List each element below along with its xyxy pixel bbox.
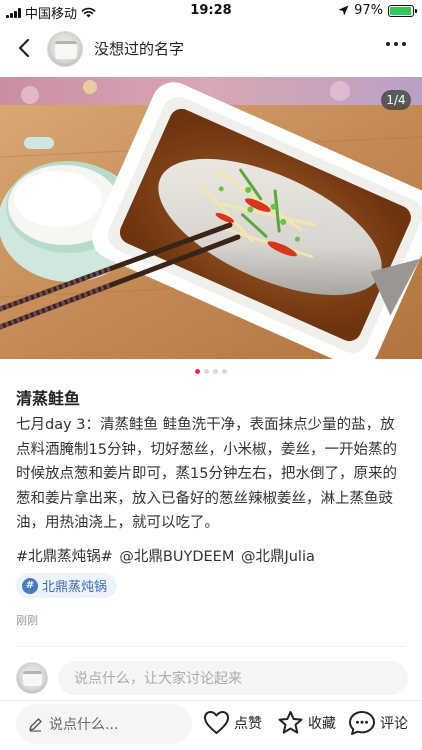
author-avatar[interactable] <box>47 31 83 67</box>
mention-link[interactable]: @北鼎BUYDEEM <box>119 549 234 565</box>
battery-icon <box>388 4 417 17</box>
location-arrow-icon <box>338 5 349 16</box>
status-bar: 中国移动 19:28 97% <box>0 0 422 22</box>
post-photo[interactable] <box>0 77 422 359</box>
post-title: 清蒸鲑鱼 <box>16 389 81 408</box>
chevron-left-icon <box>18 38 30 58</box>
post-body: 七月day 3：清蒸鲑鱼 鲑鱼洗干净，表面抹点少量的盐，放点料酒腌制15分钟，切… <box>16 417 397 531</box>
comment-label: 评论 <box>380 716 408 732</box>
pencil-icon <box>29 717 42 732</box>
battery-level <box>390 6 412 15</box>
battery-percent: 97% <box>354 3 383 18</box>
collect-button[interactable]: 收藏 <box>277 710 336 736</box>
my-avatar <box>16 662 48 694</box>
more-options-button[interactable] <box>386 42 406 46</box>
comment-button[interactable]: 评论 <box>348 710 408 736</box>
like-label: 点赞 <box>234 715 262 732</box>
steamed-fish-photo <box>0 77 422 359</box>
divider <box>16 646 406 647</box>
like-button[interactable]: 点赞 <box>203 710 262 735</box>
status-right: 97% <box>338 3 417 18</box>
gallery-dots <box>0 369 422 374</box>
photo-page-indicator: 1/4 <box>381 90 411 110</box>
hashtag-link[interactable]: #北鼎蒸炖锅# <box>16 549 113 565</box>
say-something-placeholder: 说点什么... <box>49 717 119 733</box>
hashtag-line: #北鼎蒸炖锅# @北鼎BUYDEEM @北鼎Julia <box>16 545 317 566</box>
topic-chip-label: 北鼎蒸炖锅 <box>42 580 108 595</box>
back-button[interactable] <box>10 34 38 62</box>
star-icon <box>278 711 303 734</box>
gallery-dot <box>204 369 209 374</box>
post-header: 没想过的名字 <box>0 22 422 76</box>
comment-input[interactable]: 说点什么，让大家讨论起来 <box>58 661 408 695</box>
bottom-action-bar: 说点什么... 点赞 收藏 评论 <box>0 700 422 750</box>
topic-chip[interactable]: # 北鼎蒸炖锅 <box>16 573 118 598</box>
post-time: 刚刚 <box>16 614 38 627</box>
heart-icon <box>204 711 229 734</box>
gallery-dot <box>195 369 200 374</box>
hashtag-icon: # <box>22 577 38 594</box>
avatar-jar-image <box>23 671 42 686</box>
mention-link[interactable]: @北鼎Julia <box>241 549 315 565</box>
avatar-jar-image <box>55 41 77 59</box>
comment-bubble-icon <box>349 711 375 735</box>
author-name[interactable]: 没想过的名字 <box>94 38 184 59</box>
collect-label: 收藏 <box>308 716 336 732</box>
gallery-dot <box>213 369 218 374</box>
gallery-dot <box>222 369 227 374</box>
say-something-input[interactable]: 说点什么... <box>16 704 192 744</box>
